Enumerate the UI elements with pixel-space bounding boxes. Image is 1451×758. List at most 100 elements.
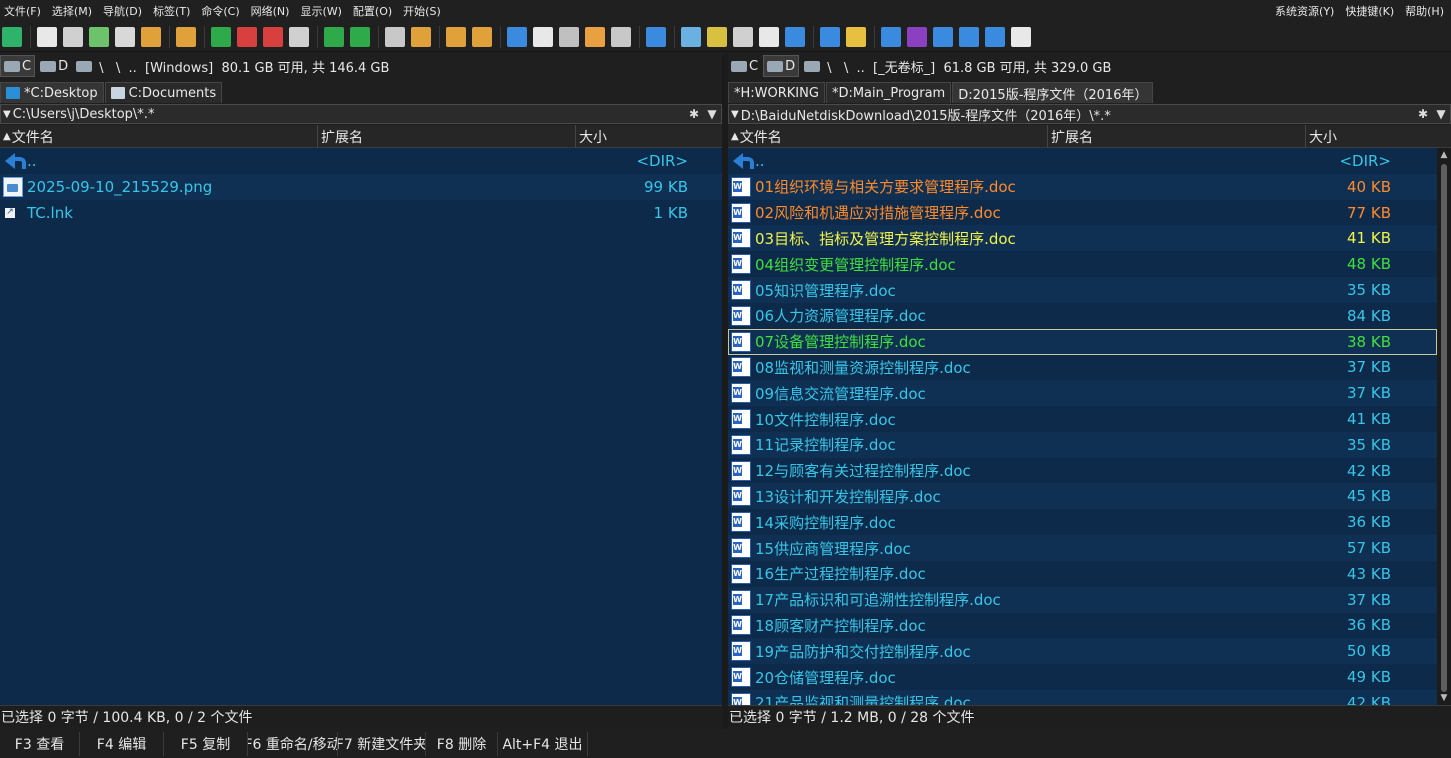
menu-item[interactable]: 配置(O) [349, 3, 396, 19]
scroll-thumb[interactable] [1441, 164, 1447, 692]
size-column-header[interactable]: 大小 [576, 125, 722, 148]
folder-tab[interactable]: *H:WORKING [728, 82, 825, 103]
drive-button-d[interactable]: D [37, 55, 71, 77]
notes-icon[interactable] [844, 25, 868, 49]
new-folder-icon[interactable] [444, 25, 468, 49]
file-row[interactable]: TC.lnk 1 KB [0, 200, 722, 226]
size-column-header[interactable]: 大小 [1306, 125, 1451, 148]
right-path-text[interactable]: D:\BaiduNetdiskDownload\2015版-程序文件（2016年… [739, 105, 1414, 124]
media-icon[interactable] [905, 25, 929, 49]
image-view-icon[interactable] [87, 25, 111, 49]
menu-item[interactable]: 导航(D) [99, 3, 146, 19]
filter-icon[interactable]: ✱ [1414, 107, 1432, 121]
file-row[interactable]: 09信息交流管理程序.doc 37 KB [728, 380, 1437, 407]
menu-item[interactable]: 命令(C) [197, 3, 243, 19]
settings-icon[interactable] [644, 25, 668, 49]
menu-item[interactable]: 显示(W) [296, 3, 345, 19]
hex-icon[interactable] [757, 25, 781, 49]
dropdown-arrow-icon[interactable]: ▼ [1, 109, 11, 120]
file-row[interactable]: 05知识管理程序.doc 35 KB [728, 277, 1437, 303]
chevron-down-icon[interactable]: ▼ [1432, 107, 1450, 121]
drive-button-d[interactable]: D [763, 55, 800, 77]
file-row[interactable]: 02风险和机遇应对措施管理程序.doc 77 KB [728, 200, 1437, 226]
back-icon[interactable] [322, 25, 346, 49]
function-key-button[interactable]: F3 查看 [0, 732, 80, 756]
file-row[interactable]: 08监视和测量资源控制程序.doc 37 KB [728, 354, 1437, 380]
folder-tab[interactable]: *C:Desktop [0, 82, 104, 103]
scroll-up-icon[interactable]: ▲ [1439, 150, 1449, 160]
folder-tab-icon[interactable] [931, 25, 955, 49]
menu-item[interactable]: 标签(T) [149, 3, 194, 19]
file-row[interactable]: 07设备管理控制程序.doc 38 KB [728, 328, 1437, 355]
function-key-button[interactable]: F7 新建文件夹 [338, 732, 426, 756]
name-column-header[interactable]: ▲ 文件名 [728, 125, 1048, 148]
function-key-button[interactable]: F5 复制 [164, 732, 248, 756]
function-key-button[interactable]: F4 编辑 [80, 732, 164, 756]
filter-icon[interactable]: ✱ [685, 107, 703, 121]
editor-icon[interactable] [705, 25, 729, 49]
menu-item[interactable]: 系统资源(Y) [1271, 3, 1338, 19]
function-key-button[interactable]: F8 删除 [426, 732, 498, 756]
sync-icon[interactable] [583, 25, 607, 49]
compare-folders-icon[interactable] [174, 25, 198, 49]
unpack-icon[interactable] [409, 25, 433, 49]
right-path-bar[interactable]: ▼ D:\BaiduNetdiskDownload\2015版-程序文件（201… [728, 104, 1451, 124]
parent-dir-row[interactable]: .. <DIR> [728, 148, 1437, 174]
file-row[interactable]: 2025-09-10_215529.png 99 KB [0, 173, 722, 200]
file-row[interactable]: 04组织变更管理控制程序.doc 48 KB [728, 251, 1437, 277]
forward-icon[interactable] [348, 25, 372, 49]
file-list-icon[interactable] [1009, 25, 1033, 49]
file-row[interactable]: 12与顾客有关过程控制程序.doc 42 KB [728, 458, 1437, 484]
menu-item[interactable]: 快捷键(K) [1341, 3, 1398, 19]
menu-item[interactable]: 开始(S) [399, 3, 445, 19]
folder-tab[interactable]: D:2015版-程序文件（2016年） [952, 82, 1154, 103]
file-row[interactable]: 17产品标识和可追溯性控制程序.doc 37 KB [728, 586, 1437, 613]
left-path-text[interactable]: C:\Users\j\Desktop\*.* [11, 107, 685, 122]
drive-button-c[interactable]: C [0, 55, 36, 77]
panel-view-icon[interactable] [113, 25, 137, 49]
remote-desktop-icon[interactable] [818, 25, 842, 49]
menu-item[interactable]: 网络(N) [247, 3, 294, 19]
refresh-icon[interactable] [0, 25, 24, 49]
file-row[interactable]: 19产品防护和交付控制程序.doc 50 KB [728, 638, 1437, 665]
folder-compare-icon[interactable] [957, 25, 981, 49]
menu-item[interactable]: 帮助(H) [1401, 3, 1448, 19]
detail-list-icon[interactable] [61, 25, 85, 49]
screenshot-icon[interactable] [879, 25, 903, 49]
ext-column-header[interactable]: 扩展名 [1048, 125, 1306, 148]
file-row[interactable]: 10文件控制程序.doc 41 KB [728, 406, 1437, 432]
menu-item[interactable]: 文件(F) [0, 3, 45, 19]
directory-sync-icon[interactable] [557, 25, 581, 49]
folder-tab[interactable]: *D:Main_Program [825, 82, 952, 103]
thumbnail-grid-icon[interactable] [35, 25, 59, 49]
file-row[interactable]: 11记录控制程序.doc 35 KB [728, 431, 1437, 458]
file-row[interactable]: 14采购控制程序.doc 36 KB [728, 509, 1437, 535]
file-row[interactable]: 21产品监视和测量控制程序.doc 42 KB [728, 689, 1437, 705]
clipboard-icon[interactable] [609, 25, 633, 49]
ext-column-header[interactable]: 扩展名 [318, 125, 576, 148]
right-scrollbar[interactable]: ▲ ▼ [1437, 148, 1451, 705]
right-file-list[interactable]: .. <DIR> 01组织环境与相关方要求管理程序.doc 40 KB 02风险和机遇应… [728, 148, 1437, 705]
tree-view-icon[interactable] [139, 25, 163, 49]
menu-item[interactable]: 选择(M) [48, 3, 96, 19]
panel-splitter[interactable] [722, 54, 728, 729]
file-row[interactable]: 15供应商管理程序.doc 57 KB [728, 535, 1437, 561]
file-row[interactable]: 16生产过程控制程序.doc 43 KB [728, 561, 1437, 587]
select-pattern-icon[interactable] [287, 25, 311, 49]
chevron-down-icon[interactable]: ▼ [703, 107, 721, 121]
file-row[interactable]: 06人力资源管理程序.doc 84 KB [728, 303, 1437, 329]
select-all-icon[interactable] [209, 25, 233, 49]
calculator-icon[interactable] [731, 25, 755, 49]
copy-to-icon[interactable] [470, 25, 494, 49]
function-key-button[interactable]: Alt+F4 退出 [498, 732, 588, 756]
pack-icon[interactable] [383, 25, 407, 49]
dropdown-arrow-icon[interactable]: ▼ [729, 109, 739, 120]
multi-rename-icon[interactable] [531, 25, 555, 49]
file-row[interactable]: 13设计和开发控制程序.doc 45 KB [728, 483, 1437, 510]
scroll-down-icon[interactable]: ▼ [1439, 693, 1449, 703]
deselect-icon[interactable] [235, 25, 259, 49]
file-row[interactable]: 18顾客财产控制程序.doc 36 KB [728, 612, 1437, 638]
file-search-icon[interactable] [505, 25, 529, 49]
drive-button-c[interactable]: C [728, 55, 761, 77]
network-drive-button[interactable] [73, 55, 97, 77]
